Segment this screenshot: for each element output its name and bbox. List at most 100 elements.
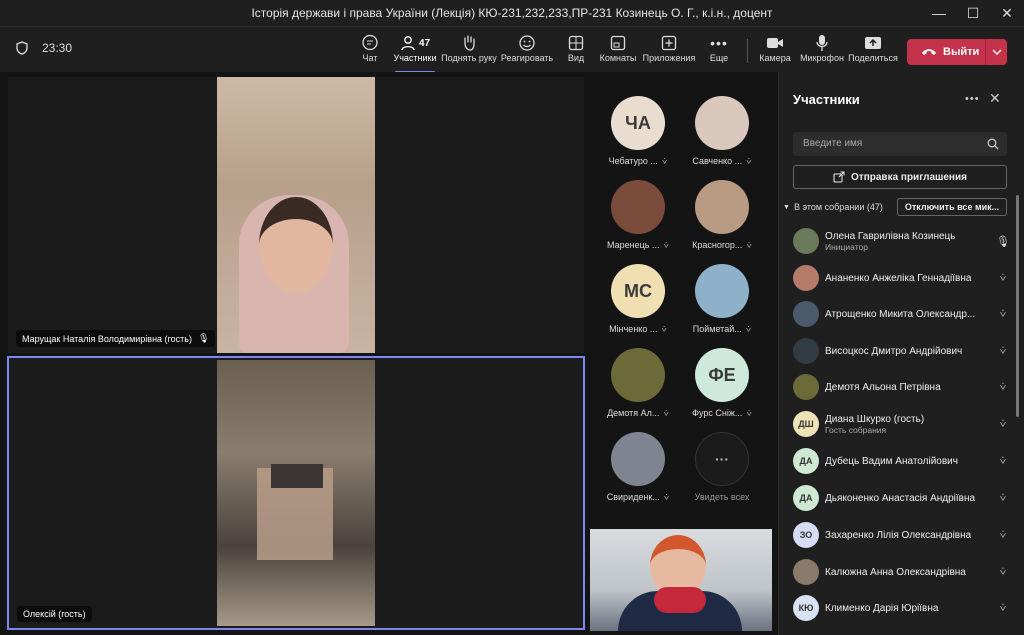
- mic-off-icon: ⩒: [661, 324, 667, 334]
- participants-button[interactable]: 47 Участники: [384, 33, 446, 73]
- avatar: ДШ: [793, 411, 819, 437]
- close-icon[interactable]: ✕: [989, 90, 1001, 107]
- gallery-tile[interactable]: Савченко ... ⩒: [680, 96, 764, 180]
- avatar: [793, 301, 819, 327]
- gallery-tile[interactable]: ЧА Чебатуро ... ⩒: [596, 96, 680, 180]
- panel-more-button[interactable]: •••: [965, 93, 980, 105]
- more-icon: •••: [710, 35, 728, 51]
- window-controls: — ☐ ✕: [922, 0, 1024, 26]
- more-button[interactable]: ••• Еще: [688, 33, 750, 63]
- mute-all-label: Отключить все мик...: [904, 202, 1000, 212]
- participant-name: Дубець Вадим Анатолійович: [825, 455, 958, 467]
- panel-title: Участники: [793, 92, 860, 107]
- avatar: [611, 348, 665, 402]
- grid-icon: [568, 35, 584, 51]
- avatar: ЧА: [611, 96, 665, 150]
- leave-button[interactable]: Выйти: [907, 39, 1007, 65]
- participant-name: Ананенко Анжеліка Геннадіївна: [825, 272, 972, 284]
- participant-name: Демотя Альона Петрівна: [825, 381, 941, 393]
- mic-off-icon: ⩒: [999, 528, 1007, 541]
- video-tile-speaker[interactable]: Марущак Наталія Володимирівна (гость) 🎙︎: [8, 77, 584, 353]
- mic-off-icon: ⩒: [661, 156, 668, 166]
- raise-hand-button[interactable]: Поднять руку: [438, 33, 500, 63]
- avatar: ДА: [793, 485, 819, 511]
- participant-row[interactable]: Демотя Альона Петрівна ⩒: [793, 369, 1011, 405]
- person-head: [259, 197, 333, 293]
- participant-row[interactable]: Калюжна Анна Олександрівна ⩒: [793, 554, 1011, 590]
- leave-label: Выйти: [943, 46, 980, 58]
- mic-off-icon: ⩒: [746, 156, 752, 166]
- more-label: Еще: [709, 53, 729, 63]
- search-placeholder: Введите имя: [803, 138, 863, 149]
- search-input[interactable]: Введите имя: [793, 132, 1007, 156]
- participant-name: Диана Шкурко (гость): [825, 413, 925, 425]
- mic-off-icon: ⩒: [999, 380, 1007, 393]
- participant-row[interactable]: ДА Дубець Вадим Анатолійович ⩒: [793, 443, 1011, 479]
- video-feed: [217, 360, 375, 626]
- rooms-label: Комнаты: [599, 53, 637, 63]
- chat-icon: [362, 34, 378, 51]
- participant-row[interactable]: ДШ Диана Шкурко (гость) Гость собрания ⩒: [793, 406, 1011, 442]
- gallery-tile[interactable]: Пойметай... ⩒: [680, 264, 764, 348]
- mic-off-icon: ⩒: [746, 408, 752, 418]
- participant-row[interactable]: Висоцкос Дмитро Андрійович ⩒: [793, 333, 1011, 369]
- hang-up-icon: [922, 49, 936, 55]
- mic-off-icon: ⩒: [745, 324, 752, 334]
- avatar: ЗО: [793, 522, 819, 548]
- close-window-button[interactable]: ✕: [990, 0, 1024, 26]
- video-feed: [217, 77, 375, 353]
- camera-label: Камера: [759, 53, 791, 63]
- gallery-tile[interactable]: ФЕ Фурс Сніж... ⩒: [680, 348, 764, 432]
- participant-row[interactable]: Ананенко Анжеліка Геннадіївна ⩒: [793, 260, 1011, 296]
- avatar: [695, 180, 749, 234]
- mic-off-icon: ⩒: [999, 565, 1007, 578]
- self-view-video[interactable]: [590, 529, 772, 631]
- panel-scrollbar[interactable]: [1016, 195, 1019, 417]
- mic-off-icon: ⩒: [999, 307, 1007, 320]
- share-arrow-icon: [833, 171, 845, 183]
- mic-off-icon: ⩒: [663, 408, 669, 418]
- avatar: [793, 265, 819, 291]
- mic-off-icon: ⩒: [999, 601, 1007, 614]
- gallery-tile[interactable]: МС Мінченко ... ⩒: [596, 264, 680, 348]
- avatar: [793, 374, 819, 400]
- microphone-icon: 🎙︎: [996, 235, 1010, 248]
- avatar: КЮ: [793, 595, 819, 621]
- gallery-tile[interactable]: Маренець ... ⩒: [596, 180, 680, 264]
- chevron-down-icon: [992, 49, 1001, 55]
- mic-off-icon: ⩒: [746, 240, 752, 250]
- hand-icon: [464, 35, 475, 51]
- see-all-button[interactable]: ··· Увидеть всех: [680, 432, 764, 516]
- participants-count: 47: [418, 37, 431, 49]
- gallery-tile[interactable]: Красногор... ⩒: [680, 180, 764, 264]
- minimize-button[interactable]: —: [922, 0, 956, 26]
- send-invite-button[interactable]: Отправка приглашения: [793, 165, 1007, 189]
- avatar: ДА: [793, 448, 819, 474]
- people-icon: [401, 36, 415, 51]
- participant-row[interactable]: КЮ Клименко Дарія Юріївна ⩒: [793, 590, 1011, 626]
- participant-row[interactable]: ДА Дьяконенко Анастасія Андріївна ⩒: [793, 480, 1011, 516]
- maximize-button[interactable]: ☐: [956, 0, 990, 26]
- gallery-name: Чебатуро ...: [608, 156, 658, 166]
- participant-row[interactable]: Олена Гаврилівна Козинець Инициатор 🎙︎: [793, 223, 1011, 259]
- leave-options-button[interactable]: [985, 39, 1007, 65]
- view-label: Вид: [567, 53, 585, 63]
- participant-row[interactable]: Атрощенко Микита Олександр... ⩒: [793, 296, 1011, 332]
- share-button[interactable]: Поделиться: [842, 33, 904, 63]
- mute-all-button[interactable]: Отключить все мик...: [897, 198, 1007, 216]
- participant-name: Захаренко Лілія Олександрівна: [825, 529, 972, 541]
- gallery-name: Савченко ...: [692, 156, 743, 166]
- window-title-bar: Історія держави і права України (Лекція)…: [0, 0, 1024, 26]
- mic-off-icon: ⩒: [663, 240, 669, 250]
- raise-hand-label: Поднять руку: [441, 53, 497, 63]
- avatar: [611, 432, 665, 486]
- rooms-icon: [610, 35, 626, 51]
- video-tile-active[interactable]: Олексій (гость): [7, 356, 585, 630]
- mic-off-icon: 🎙︎: [197, 333, 210, 343]
- gallery-tile[interactable]: Свириденк... ⩒: [596, 432, 680, 516]
- gallery-tile[interactable]: Демотя Ал... ⩒: [596, 348, 680, 432]
- mic-off-icon: ⩒: [999, 491, 1007, 504]
- scarf: [654, 587, 706, 613]
- share-label: Поделиться: [848, 53, 898, 63]
- participant-row[interactable]: ЗО Захаренко Лілія Олександрівна ⩒: [793, 517, 1011, 553]
